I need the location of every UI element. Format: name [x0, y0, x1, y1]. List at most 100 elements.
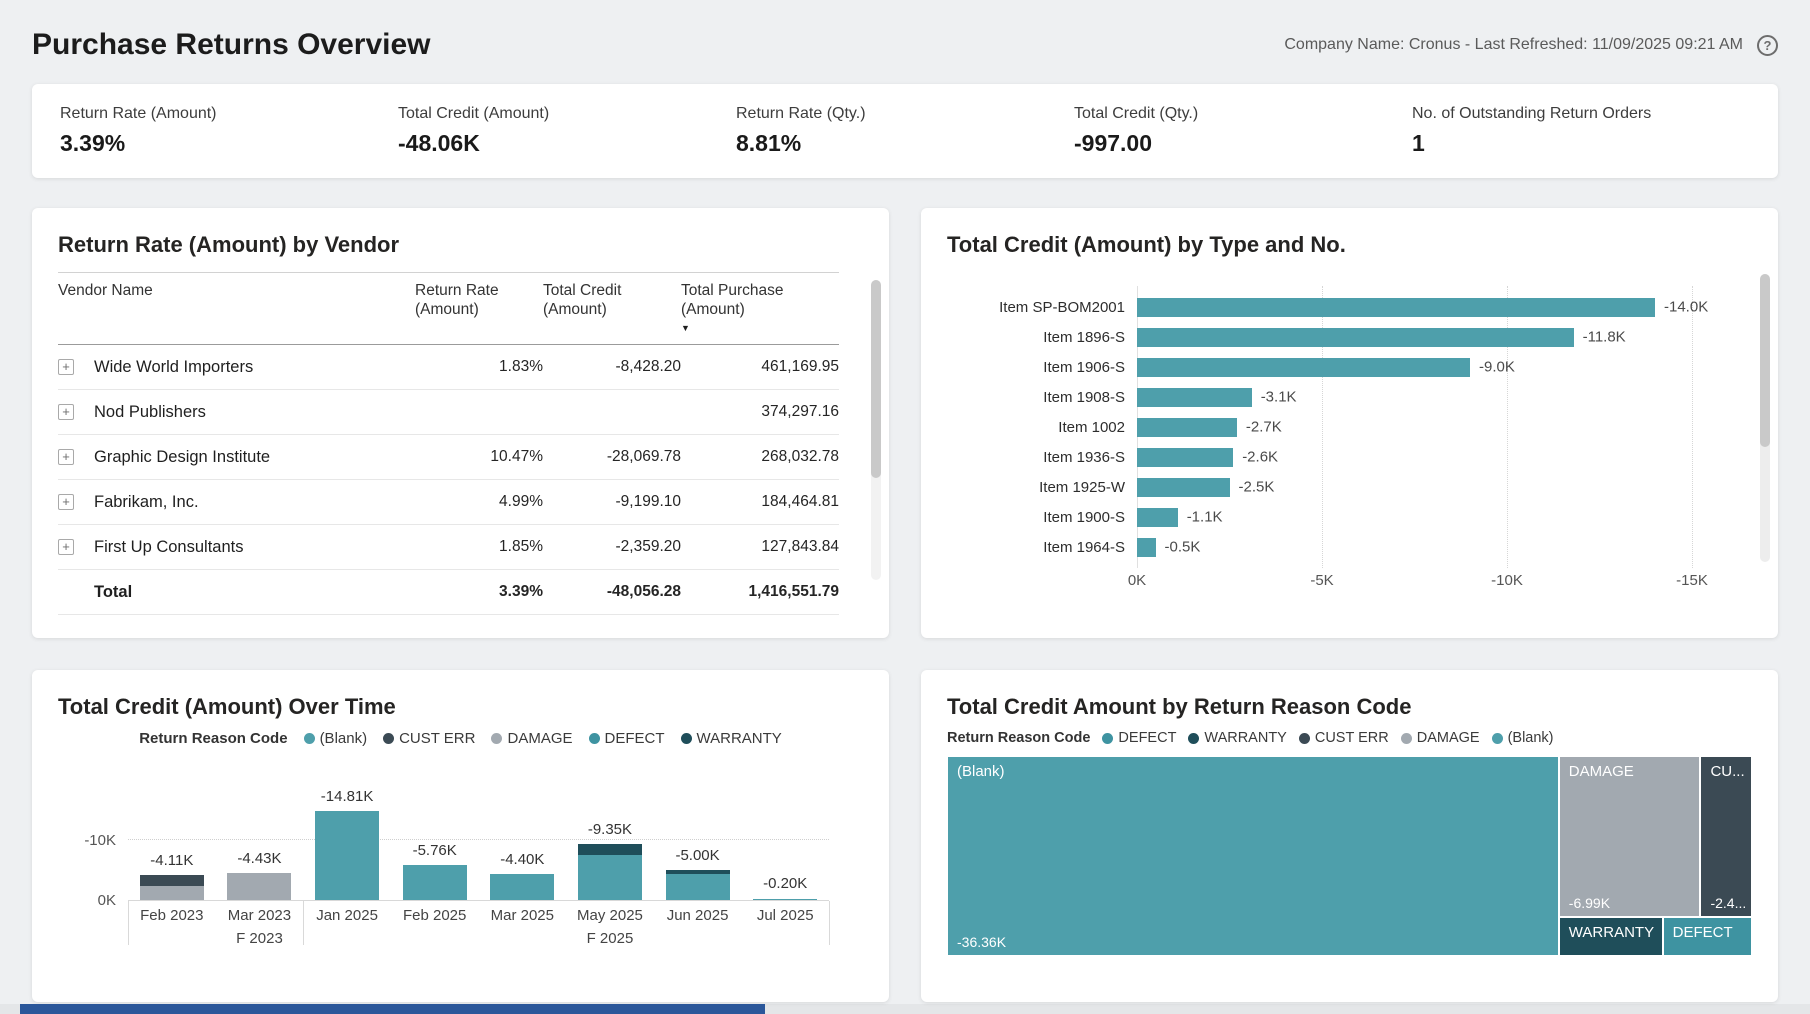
- column-bar[interactable]: -4.11K: [140, 875, 204, 900]
- kpi-value: 1: [1412, 130, 1750, 157]
- column-bar[interactable]: -4.43K: [227, 873, 291, 900]
- column-bar[interactable]: -5.00K: [666, 870, 730, 900]
- bar-stack: [315, 811, 379, 900]
- treemap-block-value: -6.99K: [1569, 895, 1610, 911]
- gridline: [128, 839, 829, 840]
- column-header-3[interactable]: Total Purchase (Amount)▼: [681, 281, 839, 334]
- treemap-block-label: CU...: [1710, 763, 1744, 780]
- bar-segment: [490, 874, 554, 900]
- bar[interactable]: [1137, 358, 1470, 377]
- legend-dot-icon: [491, 733, 502, 744]
- axis-separator: [829, 901, 830, 945]
- bar-segment: [140, 875, 204, 886]
- bar-value-label: -2.6K: [1242, 449, 1278, 466]
- bar-stack: [753, 898, 817, 900]
- chart-scrollbar[interactable]: [1760, 274, 1770, 562]
- legend-dot-icon: [1401, 733, 1412, 744]
- column-value-label: -9.35K: [588, 821, 632, 838]
- credit-over-time-chart: -10K0K-4.11K-4.43K-14.81K-5.76K-4.40K-9.…: [58, 761, 863, 950]
- hbar-plot: Item SP-BOM2001-14.0KItem 1896-S-11.8KIt…: [947, 292, 1752, 562]
- legend-label: DEFECT: [1118, 730, 1176, 746]
- column-header-1[interactable]: Return Rate (Amount): [415, 281, 543, 320]
- vendor-name: Nod Publishers: [94, 403, 415, 422]
- credit-by-reason-card: Total Credit Amount by Return Reason Cod…: [921, 670, 1778, 1002]
- scrollbar-thumb[interactable]: [1760, 274, 1770, 447]
- bar[interactable]: [1137, 448, 1233, 467]
- bar[interactable]: [1137, 418, 1237, 437]
- scrollbar-thumb[interactable]: [871, 280, 881, 478]
- reason-treemap: (Blank)-36.36KDAMAGE-6.99KCU...-2.4... WA…: [947, 756, 1752, 956]
- bar[interactable]: [1137, 298, 1655, 317]
- column-header-2[interactable]: Total Credit (Amount): [543, 281, 681, 320]
- bar[interactable]: [1137, 388, 1252, 407]
- legend-label: (Blank): [320, 730, 368, 747]
- expand-icon[interactable]: +: [58, 449, 74, 465]
- legend-label: (Blank): [1508, 730, 1554, 746]
- treemap-block-label: WARRANTY: [1569, 924, 1654, 941]
- column-bar[interactable]: -5.76K: [403, 865, 467, 900]
- vendor-table-body: +Wide World Importers1.83%-8,428.20461,1…: [58, 345, 839, 615]
- legend-item[interactable]: (Blank): [304, 730, 368, 747]
- bar[interactable]: [1137, 508, 1178, 527]
- scrollbar-thumb[interactable]: [20, 1004, 765, 1014]
- legend-item[interactable]: CUST ERR: [383, 730, 475, 747]
- kpi-value: 3.39%: [60, 130, 398, 157]
- group-labels: F 2023F 2025: [128, 924, 829, 950]
- expand-cell: +: [58, 448, 94, 466]
- legend-item[interactable]: DEFECT: [1102, 730, 1176, 746]
- page-horizontal-scrollbar[interactable]: [0, 1004, 1810, 1014]
- legend-item[interactable]: WARRANTY: [1188, 730, 1286, 746]
- expand-icon[interactable]: +: [58, 359, 74, 375]
- expand-icon[interactable]: +: [58, 494, 74, 510]
- legend-label: CUST ERR: [399, 730, 475, 747]
- column-bar[interactable]: -0.20K: [753, 898, 817, 900]
- table-row[interactable]: +Graphic Design Institute10.47%-28,069.7…: [58, 435, 839, 480]
- total-credit: -48,056.28: [543, 583, 681, 601]
- expand-icon[interactable]: +: [58, 404, 74, 420]
- column-bar[interactable]: -4.40K: [490, 874, 554, 900]
- bar[interactable]: [1137, 478, 1230, 497]
- purchase-returns-dashboard: { "palette": { "accent_teal": "#4E9FAB",…: [0, 0, 1810, 1014]
- card-title: Total Credit Amount by Return Reason Cod…: [947, 694, 1752, 720]
- column-bar[interactable]: -9.35K: [578, 844, 642, 900]
- treemap-block[interactable]: WARRANTY: [1559, 917, 1663, 956]
- bar-stack: [403, 865, 467, 900]
- treemap-block[interactable]: DEFECT: [1663, 917, 1752, 956]
- return-rate-cell: 1.85%: [415, 538, 543, 556]
- column-bar[interactable]: -14.81K: [315, 811, 379, 900]
- vendor-name: Wide World Importers: [94, 358, 415, 377]
- axis-tick-label: -5K: [1310, 572, 1333, 589]
- treemap-block[interactable]: DAMAGE-6.99K: [1559, 756, 1701, 917]
- treemap-block[interactable]: CU...-2.4...: [1700, 756, 1752, 917]
- table-scrollbar[interactable]: [871, 280, 881, 580]
- axis-tick-label: -10K: [1491, 572, 1523, 589]
- bar-track: -11.8K: [1137, 328, 1692, 347]
- legend-item[interactable]: CUST ERR: [1299, 730, 1389, 746]
- table-row[interactable]: +First Up Consultants1.85%-2,359.20127,8…: [58, 525, 839, 570]
- table-row[interactable]: +Nod Publishers374,297.16: [58, 390, 839, 435]
- expand-icon[interactable]: +: [58, 539, 74, 555]
- legend-item[interactable]: DAMAGE: [1401, 730, 1480, 746]
- table-row[interactable]: +Fabrikam, Inc.4.99%-9,199.10184,464.81: [58, 480, 839, 525]
- x-axis-label: Feb 2023: [128, 901, 216, 924]
- legend-title: Return Reason Code: [139, 730, 287, 747]
- legend-item[interactable]: DEFECT: [589, 730, 665, 747]
- y-axis-label: -10K: [70, 832, 116, 849]
- treemap-block-label: DEFECT: [1673, 924, 1733, 941]
- table-row[interactable]: +Wide World Importers1.83%-8,428.20461,1…: [58, 345, 839, 390]
- vendor-name: First Up Consultants: [94, 538, 415, 557]
- bar-stack: [578, 844, 642, 900]
- bar-track: -9.0K: [1137, 358, 1692, 377]
- legend-label: CUST ERR: [1315, 730, 1389, 746]
- bar[interactable]: [1137, 328, 1574, 347]
- treemap-block[interactable]: (Blank)-36.36K: [947, 756, 1559, 956]
- legend-item[interactable]: WARRANTY: [681, 730, 782, 747]
- legend-item[interactable]: DAMAGE: [491, 730, 572, 747]
- legend-label: DAMAGE: [1417, 730, 1480, 746]
- x-axis-label: Jan 2025: [303, 901, 391, 924]
- column-header-vendor-name[interactable]: Vendor Name: [58, 281, 415, 300]
- help-icon[interactable]: ?: [1757, 35, 1778, 56]
- legend-item[interactable]: (Blank): [1492, 730, 1554, 746]
- bar[interactable]: [1137, 538, 1156, 557]
- axis-separator: [303, 901, 304, 945]
